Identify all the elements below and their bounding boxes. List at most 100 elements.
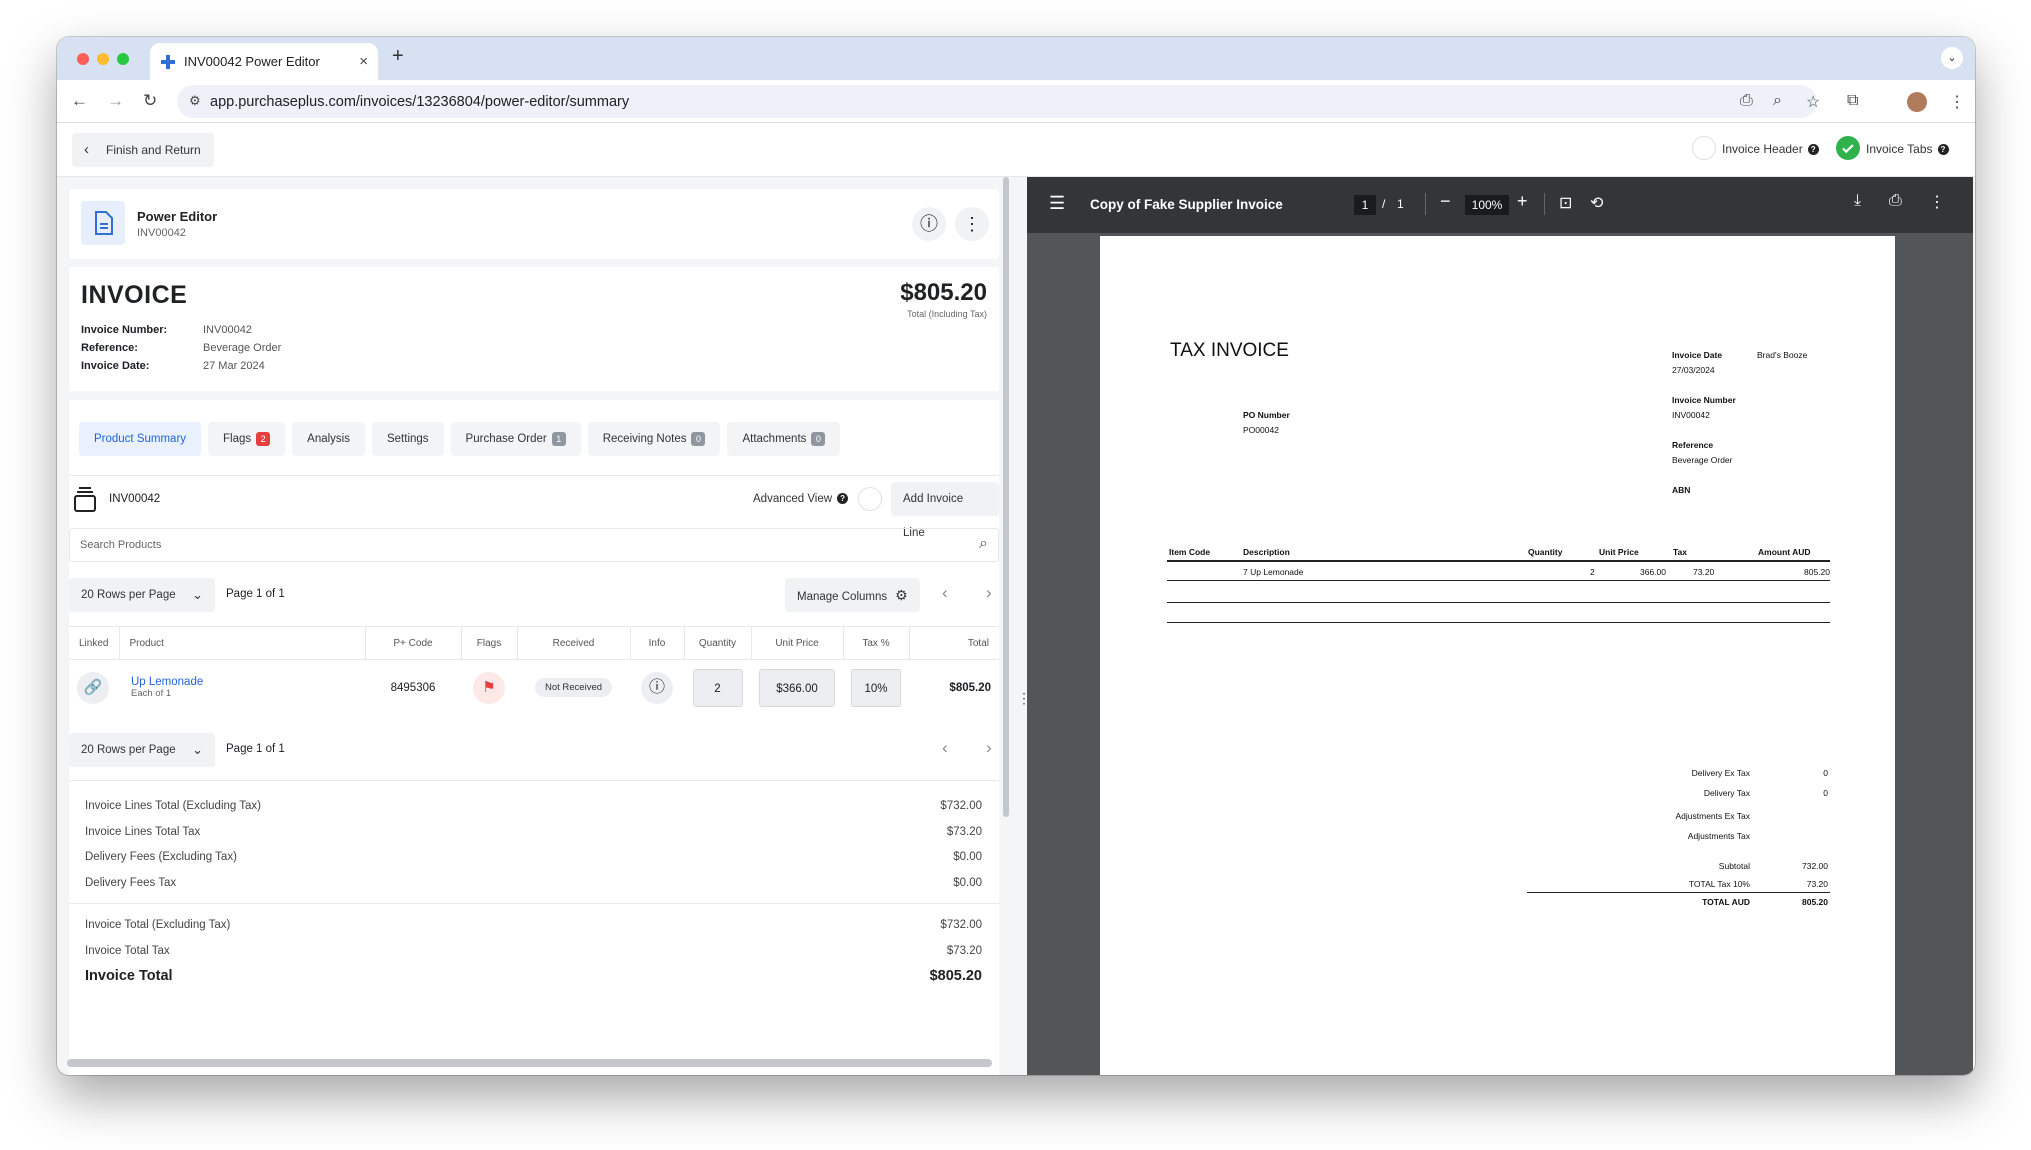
- doc-col-quantity: Quantity: [1528, 547, 1563, 557]
- fit-page-icon[interactable]: ⊡: [1559, 193, 1572, 213]
- pdf-menu-icon[interactable]: ☰: [1049, 193, 1065, 214]
- doc-line-tax: 73.20: [1693, 567, 1715, 577]
- manage-columns-button[interactable]: Manage Columns ⚙: [785, 578, 920, 612]
- doc-line-unit-price: 366.00: [1640, 567, 1666, 577]
- url-text: app.purchaseplus.com/invoices/13236804/p…: [210, 93, 630, 110]
- rows-per-page-select[interactable]: 20 Rows per Page ⌄: [69, 578, 215, 612]
- tax-input[interactable]: 10%: [851, 668, 901, 707]
- new-tab-icon[interactable]: +: [392, 45, 404, 68]
- help-icon[interactable]: ?: [1807, 144, 1819, 156]
- horizontal-scrollbar[interactable]: [67, 1059, 992, 1067]
- pdf-more-icon[interactable]: ⋮: [1929, 192, 1945, 212]
- profile-avatar[interactable]: [1907, 92, 1927, 112]
- print-icon[interactable]: ⎙: [1889, 192, 1902, 210]
- maximize-window-button[interactable]: [117, 53, 129, 65]
- pdf-page-total: 1: [1397, 197, 1404, 211]
- col-quantity[interactable]: Quantity: [684, 626, 752, 660]
- quantity-input[interactable]: 2: [692, 668, 743, 707]
- tab-attachments[interactable]: Attachments 0: [727, 422, 841, 456]
- rotate-icon[interactable]: ⟲: [1590, 193, 1603, 213]
- flag-icon[interactable]: ⚑: [473, 671, 505, 704]
- tab-settings[interactable]: Settings: [371, 422, 444, 456]
- more-options-icon[interactable]: ⋮: [955, 207, 989, 241]
- app-topbar: ‹ Finish and Return Invoice Header? Invoi…: [57, 124, 1975, 177]
- receiving-notes-badge: 0: [691, 432, 706, 446]
- browser-menu-icon[interactable]: ⋮: [1949, 92, 1965, 112]
- doc-po-label: PO Number: [1243, 410, 1290, 420]
- invoice-tabs-toggle[interactable]: [1836, 136, 1860, 160]
- install-app-icon[interactable]: ⎙: [1740, 92, 1753, 110]
- info-icon[interactable]: ⓘ: [641, 671, 673, 704]
- tab-close-icon[interactable]: ×: [359, 53, 368, 70]
- invoice-header-toggle[interactable]: [1692, 136, 1716, 160]
- help-icon[interactable]: ?: [837, 493, 849, 505]
- prev-page-icon[interactable]: ‹: [942, 738, 948, 758]
- pdf-title: Copy of Fake Supplier Invoice: [1090, 197, 1283, 212]
- tab-analysis[interactable]: Analysis: [292, 422, 365, 456]
- col-tax[interactable]: Tax %: [843, 626, 910, 660]
- product-link[interactable]: Up Lemonade: [127, 676, 357, 688]
- tab-flags[interactable]: Flags 2: [208, 422, 286, 456]
- chevron-down-icon: ⌄: [192, 742, 203, 757]
- search-icon[interactable]: ⌕: [979, 535, 988, 553]
- pdf-viewer: ☰ Copy of Fake Supplier Invoice 1 / 1 − …: [1027, 177, 1973, 1075]
- rows-per-page-select-bottom[interactable]: 20 Rows per Page ⌄: [69, 733, 215, 767]
- invoice-lines-table: Linked Product P+ Code Flags Received In…: [69, 626, 999, 716]
- finish-and-return-button[interactable]: ‹ Finish and Return: [72, 133, 214, 167]
- doc-col-amount: Amount AUD: [1758, 547, 1811, 557]
- tab-purchase-order[interactable]: Purchase Order 1: [450, 422, 581, 456]
- back-icon[interactable]: ←: [71, 91, 88, 111]
- zoom-icon[interactable]: ⌕: [1773, 92, 1782, 110]
- advanced-view-label: Advanced View?: [753, 493, 849, 505]
- search-products-input[interactable]: Search Products ⌕: [69, 528, 999, 562]
- zoom-out-icon[interactable]: −: [1440, 191, 1451, 212]
- pdf-page-input[interactable]: 1: [1354, 195, 1376, 215]
- add-invoice-line-button[interactable]: Add Invoice Line: [891, 482, 999, 539]
- download-icon[interactable]: ⤓: [1854, 192, 1861, 210]
- line-total: $805.20: [949, 681, 991, 694]
- doc-summary-label: TOTAL Tax 10%: [1688, 879, 1750, 889]
- next-page-icon[interactable]: ›: [986, 583, 992, 603]
- link-icon[interactable]: 🔗: [77, 671, 109, 704]
- info-icon-button[interactable]: ⓘ: [912, 207, 946, 241]
- extensions-icon[interactable]: ⧉: [1847, 92, 1858, 110]
- chevron-left-icon: ‹: [84, 141, 89, 158]
- zoom-in-icon[interactable]: +: [1517, 191, 1528, 212]
- lines-card: Product Summary Flags 2 Analysis Settings…: [69, 400, 999, 1075]
- lines-invoice-ref: INV00042: [109, 493, 161, 505]
- tab-product-summary[interactable]: Product Summary: [79, 422, 202, 456]
- browser-tab[interactable]: INV00042 Power Editor ×: [150, 43, 378, 80]
- site-settings-icon[interactable]: ⚙: [189, 93, 201, 109]
- unit-price-input[interactable]: $366.00: [759, 668, 835, 707]
- check-icon: [1842, 144, 1854, 154]
- product-unit: Each of 1: [131, 688, 172, 700]
- forward-icon[interactable]: →: [107, 91, 124, 111]
- bookmark-star-icon[interactable]: ☆: [1806, 92, 1820, 112]
- col-total[interactable]: Total: [909, 626, 999, 660]
- col-flags[interactable]: Flags: [461, 626, 518, 660]
- doc-summary-value: 0: [1823, 788, 1828, 798]
- prev-page-icon[interactable]: ‹: [942, 583, 948, 603]
- advanced-view-toggle[interactable]: [858, 487, 882, 511]
- col-unit-price[interactable]: Unit Price: [751, 626, 844, 660]
- totals-row: Invoice Lines Total (Excluding Tax) $732.…: [85, 800, 982, 812]
- tab-search-chevron-icon[interactable]: ⌄: [1941, 47, 1963, 69]
- vertical-scrollbar[interactable]: [1003, 177, 1009, 817]
- next-page-icon[interactable]: ›: [986, 738, 992, 758]
- col-product[interactable]: Product: [119, 626, 366, 660]
- close-window-button[interactable]: [77, 53, 89, 65]
- reload-icon[interactable]: ↻: [143, 91, 157, 111]
- doc-summary-value: 732.00: [1802, 861, 1828, 871]
- purchaseplus-favicon-icon: [161, 54, 175, 69]
- col-received[interactable]: Received: [517, 626, 631, 660]
- address-bar-row: ← → ↻ ⚙ app.purchaseplus.com/invoices/13…: [57, 80, 1975, 123]
- help-icon[interactable]: ?: [1937, 144, 1949, 156]
- col-info[interactable]: Info: [630, 626, 685, 660]
- omnibox[interactable]: ⚙ app.purchaseplus.com/invoices/13236804…: [177, 85, 1817, 118]
- minimize-window-button[interactable]: [97, 53, 109, 65]
- col-linked[interactable]: Linked: [69, 626, 120, 660]
- tab-receiving-notes[interactable]: Receiving Notes 0: [587, 422, 721, 456]
- pdf-zoom-input[interactable]: 100%: [1465, 195, 1509, 215]
- document-icon: [81, 201, 125, 245]
- col-code[interactable]: P+ Code: [365, 626, 462, 660]
